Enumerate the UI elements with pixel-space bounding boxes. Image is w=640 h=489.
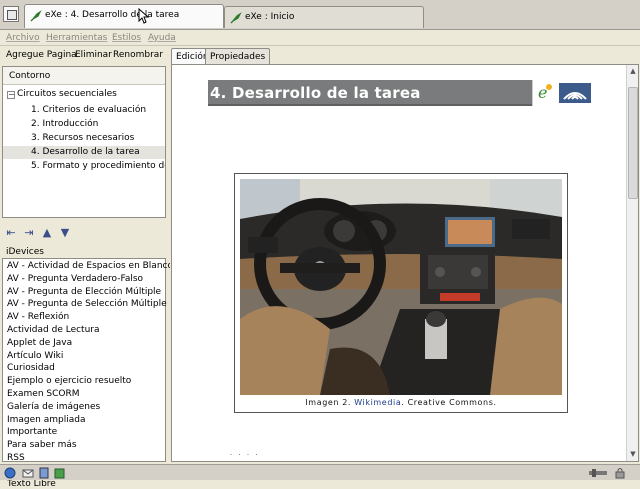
idevice-item[interactable]: AV - Pregunta de Selección Múltiple xyxy=(7,299,167,309)
menu-ayuda[interactable]: Ayuda xyxy=(148,33,176,43)
menu-bar: Archivo Herramientas Estilos Ayuda xyxy=(0,30,640,46)
window-tab-label: eXe : Inicio xyxy=(245,12,295,22)
idevice-item[interactable]: AV - Pregunta Verdadero-Falso xyxy=(7,274,143,284)
feather-icon xyxy=(230,12,242,24)
outline-header: Contorno xyxy=(3,67,165,85)
tree-root-label: Circuitos secuenciales xyxy=(17,89,117,99)
tree-node[interactable]: 1. Criterios de evaluación xyxy=(3,104,165,117)
scroll-thumb[interactable] xyxy=(628,87,638,199)
idevice-item[interactable]: AV - Reflexión xyxy=(7,312,69,322)
window-tab-label: eXe : 4. Desarrollo de la tarea xyxy=(45,10,180,20)
idevice-item[interactable]: Imagen ampliada xyxy=(7,415,86,425)
collapse-icon[interactable]: − xyxy=(7,91,15,99)
page-title: 4. Desarrollo de la tarea xyxy=(210,84,421,102)
idevices-label: iDevices xyxy=(6,247,44,257)
content-area: 4. Desarrollo de la tarea e Imagen 2. Wi… xyxy=(171,64,639,462)
node-move-toolbar: ⇤ ⇥ ▲ ▼ xyxy=(2,226,166,242)
image-figure: Imagen 2. Wikimedia. Creative Commons. xyxy=(234,173,568,413)
vertical-scrollbar[interactable]: ▲ ▼ xyxy=(626,65,638,461)
cursor-icon xyxy=(138,8,150,24)
idevice-item[interactable]: Actividad de Lectura xyxy=(7,325,100,335)
idevice-item[interactable]: Texto Libre xyxy=(7,479,56,489)
idevice-item[interactable]: Artículo Wiki xyxy=(7,351,63,361)
left-panel: Agregue Pagina Eliminar Renombrar Contor… xyxy=(0,46,173,489)
image-caption: Imagen 2. Wikimedia. Creative Commons. xyxy=(235,398,567,407)
wifi-logo-icon xyxy=(559,83,591,103)
tree-node[interactable]: 5. Formato y procedimiento de ... xyxy=(3,160,165,173)
idevice-item[interactable]: Applet de Java xyxy=(7,338,72,348)
page-title-bar: 4. Desarrollo de la tarea e xyxy=(208,80,592,106)
composer-icon[interactable] xyxy=(54,467,66,479)
exe-logo-icon: e xyxy=(538,83,552,102)
idevice-item[interactable]: RSS xyxy=(7,453,25,463)
menu-estilos[interactable]: Estilos xyxy=(112,33,141,43)
network-icon xyxy=(589,469,607,477)
svg-text:e: e xyxy=(538,83,547,102)
globe-icon[interactable] xyxy=(4,467,16,479)
idevice-item[interactable]: Examen SCORM xyxy=(7,389,80,399)
idevice-item[interactable]: Importante xyxy=(7,427,57,437)
menu-archivo[interactable]: Archivo xyxy=(6,33,40,43)
truncated-text-fragment: · · · · xyxy=(230,451,260,459)
move-up-icon[interactable]: ▲ xyxy=(40,226,54,240)
car-interior-image xyxy=(240,179,562,395)
outline-tree: Contorno − Circuitos secuenciales 1. Crit… xyxy=(2,66,166,218)
idevices-list: AV - Actividad de Espacios en Blanco AV -… xyxy=(2,258,173,489)
add-page-button[interactable]: Agregue Pagina xyxy=(6,50,77,60)
window-tab-inicio[interactable]: eXe : Inicio xyxy=(224,6,424,28)
window-tab-strip: eXe : 4. Desarrollo de la tarea eXe : In… xyxy=(0,0,640,30)
lock-icon xyxy=(615,468,625,479)
delete-page-button[interactable]: Eliminar xyxy=(75,50,112,60)
mail-icon[interactable] xyxy=(22,467,34,479)
idevice-item[interactable]: Curiosidad xyxy=(7,363,55,373)
caption-link[interactable]: Wikimedia xyxy=(354,398,401,407)
menu-herramientas[interactable]: Herramientas xyxy=(46,33,107,43)
idevice-item[interactable]: AV - Actividad de Espacios en Blanco xyxy=(7,261,173,271)
scroll-up-icon[interactable]: ▲ xyxy=(628,66,638,76)
right-panel: Edición Propiedades 4. Desarrollo de la … xyxy=(170,46,640,464)
tree-root[interactable]: − Circuitos secuenciales xyxy=(7,89,117,99)
idevice-item[interactable]: Galería de imágenes xyxy=(7,402,100,412)
tab-propiedades[interactable]: Propiedades xyxy=(205,48,271,64)
caption-prefix: Imagen 2. xyxy=(305,398,355,407)
rename-page-button[interactable]: Renombrar xyxy=(113,50,163,60)
addressbook-icon[interactable] xyxy=(38,467,50,479)
status-bar xyxy=(0,464,640,480)
idevice-item[interactable]: Ejemplo o ejercicio resuelto xyxy=(7,376,131,386)
idevice-item[interactable]: Para saber más xyxy=(7,440,77,450)
window-tab-current[interactable]: eXe : 4. Desarrollo de la tarea xyxy=(24,4,224,28)
tree-node[interactable]: 3. Recursos necesarios xyxy=(3,132,165,145)
caption-suffix: . Creative Commons. xyxy=(401,398,497,407)
logo-area: e xyxy=(532,80,592,106)
app-menu-icon[interactable] xyxy=(3,6,19,22)
move-down-icon[interactable]: ▼ xyxy=(58,226,72,240)
idevice-item[interactable]: AV - Pregunta de Elección Múltiple xyxy=(7,287,161,297)
tree-node[interactable]: 2. Introducción xyxy=(3,118,165,131)
promote-icon[interactable]: ⇤ xyxy=(4,226,18,240)
scroll-down-icon[interactable]: ▼ xyxy=(628,449,638,459)
tree-node-selected[interactable]: 4. Desarrollo de la tarea xyxy=(3,146,165,159)
feather-icon xyxy=(30,10,42,22)
demote-icon[interactable]: ⇥ xyxy=(22,226,36,240)
